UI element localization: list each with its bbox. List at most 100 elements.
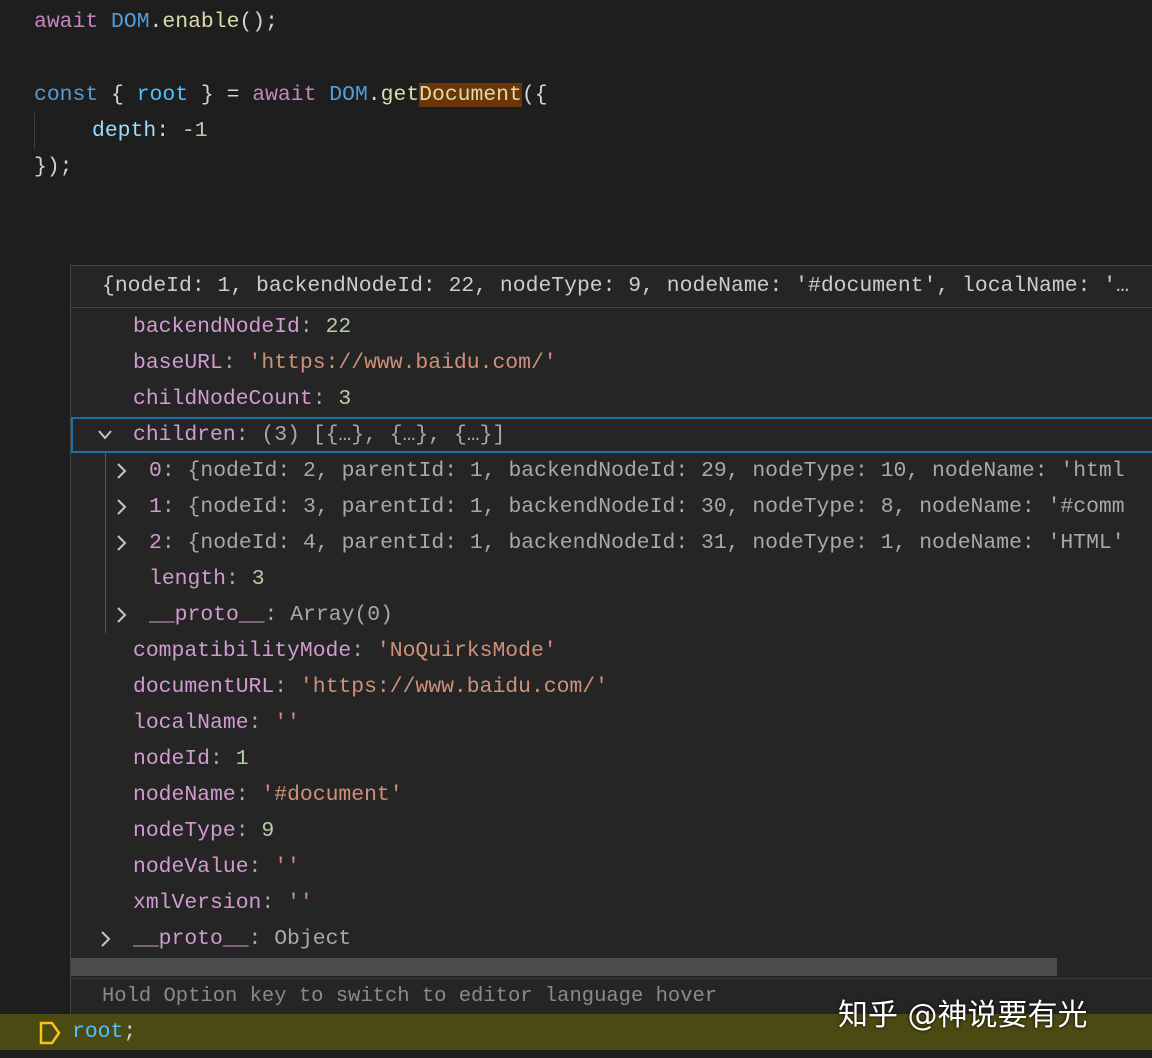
property-value: 'NoQuirksMode' bbox=[377, 639, 557, 663]
debug-hover-widget: {nodeId: 1, backendNodeId: 22, nodeType:… bbox=[70, 265, 1152, 1048]
variable: root bbox=[72, 1020, 123, 1044]
property-key: 1 bbox=[149, 495, 162, 519]
property-key: documentURL bbox=[133, 675, 274, 699]
horizontal-scrollbar[interactable] bbox=[71, 958, 1057, 976]
code-line-4: depth: -1 bbox=[92, 113, 208, 149]
identifier: DOM bbox=[329, 83, 368, 107]
property-value: 3 bbox=[252, 567, 265, 591]
property-value: 'https://www.baidu.com/' bbox=[300, 675, 608, 699]
property-value: '' bbox=[287, 891, 313, 915]
tree-row: length: 3 bbox=[149, 561, 265, 597]
keyword: await bbox=[34, 10, 98, 34]
colon: : bbox=[249, 711, 275, 735]
property-value: 'https://www.baidu.com/' bbox=[249, 351, 557, 375]
tree-row: nodeValue: '' bbox=[133, 849, 300, 885]
property-key: nodeName bbox=[133, 783, 236, 807]
property-key: xmlVersion bbox=[133, 891, 261, 915]
keyword: await bbox=[252, 83, 316, 107]
property-value: 22 bbox=[326, 315, 352, 339]
property-key: __proto__ bbox=[149, 603, 265, 627]
identifier: DOM bbox=[111, 10, 150, 34]
property-key: compatibilityMode bbox=[133, 639, 351, 663]
colon: : bbox=[274, 675, 300, 699]
tree-row: compatibilityMode: 'NoQuirksMode' bbox=[133, 633, 557, 669]
property-key: nodeType bbox=[133, 819, 236, 843]
colon: : bbox=[162, 459, 188, 483]
colon: : bbox=[162, 495, 188, 519]
tree-indent-guide bbox=[105, 453, 106, 633]
punct: (); bbox=[239, 10, 278, 34]
colon: : bbox=[261, 891, 287, 915]
function-name: enable bbox=[162, 10, 239, 34]
tree-row[interactable]: 1: {nodeId: 3, parentId: 1, backendNodeI… bbox=[149, 489, 1125, 525]
property-value: Array(0) bbox=[290, 603, 393, 627]
colon: : bbox=[249, 927, 275, 951]
property-key: localName bbox=[133, 711, 249, 735]
function-name: get bbox=[381, 83, 420, 107]
hover-header[interactable]: {nodeId: 1, backendNodeId: 22, nodeType:… bbox=[71, 266, 1152, 308]
tree-row[interactable]: 0: {nodeId: 2, parentId: 1, backendNodeI… bbox=[149, 453, 1125, 489]
property-value: '#document' bbox=[261, 783, 402, 807]
property-key: __proto__ bbox=[133, 927, 249, 951]
tree-row: baseURL: 'https://www.baidu.com/' bbox=[133, 345, 557, 381]
punct: . bbox=[368, 83, 381, 107]
chevron-right-icon[interactable] bbox=[111, 453, 131, 489]
property-key: backendNodeId bbox=[133, 315, 300, 339]
chevron-right-icon[interactable] bbox=[95, 921, 115, 957]
watermark: 知乎 @神说要有光 bbox=[838, 990, 1088, 1034]
property-value: '' bbox=[274, 711, 300, 735]
property-value: {nodeId: 2, parentId: 1, backendNodeId: … bbox=[188, 459, 1125, 483]
property-value: 1 bbox=[236, 747, 249, 771]
tree-row: nodeType: 9 bbox=[133, 813, 274, 849]
hovered-token[interactable]: Document bbox=[419, 83, 522, 107]
tree-row: nodeName: '#document' bbox=[133, 777, 403, 813]
colon: : bbox=[313, 387, 339, 411]
code-line-root: root; bbox=[72, 1014, 136, 1050]
property-value: 9 bbox=[261, 819, 274, 843]
punct: ({ bbox=[522, 83, 548, 107]
debug-pointer-icon bbox=[38, 1021, 62, 1045]
property-key: length bbox=[149, 567, 226, 591]
property-value: Object bbox=[274, 927, 351, 951]
colon: : bbox=[162, 531, 188, 555]
tree-row: childNodeCount: 3 bbox=[133, 381, 351, 417]
punct: { bbox=[98, 83, 137, 107]
tree-row: documentURL: 'https://www.baidu.com/' bbox=[133, 669, 608, 705]
punct: : bbox=[156, 119, 182, 143]
tree-row[interactable]: 2: {nodeId: 4, parentId: 1, backendNodeI… bbox=[149, 525, 1125, 561]
keyword: const bbox=[34, 83, 98, 107]
property-value: 3 bbox=[338, 387, 351, 411]
chevron-right-icon[interactable] bbox=[111, 597, 131, 633]
chevron-right-icon[interactable] bbox=[111, 489, 131, 525]
tree-row[interactable]: __proto__: Array(0) bbox=[149, 597, 393, 633]
number: -1 bbox=[182, 119, 208, 143]
property-key: 2 bbox=[149, 531, 162, 555]
property-key: nodeValue bbox=[133, 855, 249, 879]
property-value: '' bbox=[274, 855, 300, 879]
code-line-3: const { root } = await DOM.getDocument({ bbox=[34, 77, 548, 113]
tree-row[interactable]: __proto__: Object bbox=[133, 921, 351, 957]
property: depth bbox=[92, 119, 156, 143]
colon: : bbox=[210, 747, 236, 771]
colon: : bbox=[236, 783, 262, 807]
chevron-right-icon[interactable] bbox=[111, 525, 131, 561]
selected-row-outline bbox=[71, 417, 1152, 453]
property-key: baseURL bbox=[133, 351, 223, 375]
property-key: nodeId bbox=[133, 747, 210, 771]
colon: : bbox=[223, 351, 249, 375]
property-value: {nodeId: 4, parentId: 1, backendNodeId: … bbox=[188, 531, 1125, 555]
colon: : bbox=[236, 819, 262, 843]
punct: ; bbox=[123, 1020, 136, 1044]
code-line-5: }); bbox=[34, 149, 73, 185]
colon: : bbox=[265, 603, 291, 627]
property-key: 0 bbox=[149, 459, 162, 483]
property-value: {nodeId: 3, parentId: 1, backendNodeId: … bbox=[188, 495, 1125, 519]
colon: : bbox=[226, 567, 252, 591]
tree-row: localName: '' bbox=[133, 705, 300, 741]
indent-guide bbox=[34, 113, 35, 149]
punct: . bbox=[150, 10, 163, 34]
property-key: childNodeCount bbox=[133, 387, 313, 411]
code-line-1: await DOM.enable(); bbox=[34, 4, 278, 40]
colon: : bbox=[300, 315, 326, 339]
tree-row: backendNodeId: 22 bbox=[133, 309, 351, 345]
